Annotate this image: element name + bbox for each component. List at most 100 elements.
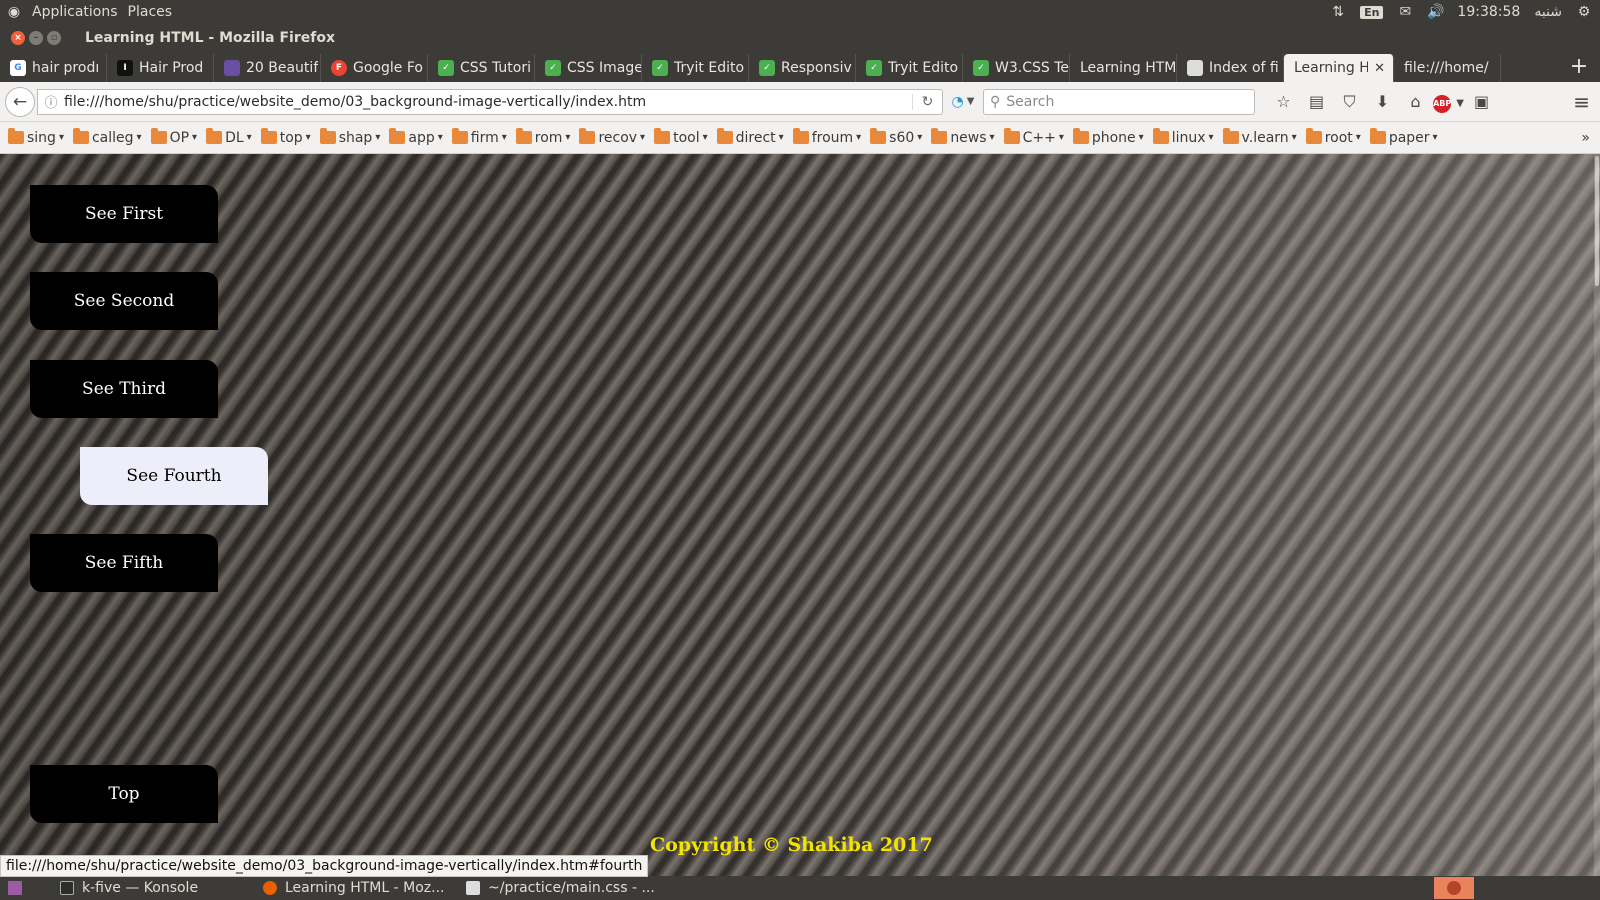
taskbar-item-konsole[interactable]: k-five — Konsole <box>52 880 255 896</box>
adblock-icon[interactable]: ABP ▼ <box>1432 91 1465 113</box>
bookmark-folder[interactable]: top ▾ <box>260 128 311 146</box>
maximize-window-icon[interactable]: ▫ <box>47 31 61 45</box>
bookmark-folder[interactable]: tool ▾ <box>654 128 708 146</box>
tab[interactable]: ✓ Tryit Edito <box>856 54 963 82</box>
back-arrow-icon[interactable]: ← <box>5 86 35 117</box>
reading-list-icon[interactable]: ▤ <box>1300 92 1333 111</box>
see-second-button[interactable]: See Second <box>30 272 218 330</box>
tab-active[interactable]: Learning H ✕ <box>1284 54 1394 82</box>
bookmark-folder[interactable]: recov ▾ <box>579 128 645 146</box>
window-title: Learning HTML - Mozilla Firefox <box>85 30 335 46</box>
search-input[interactable]: ⚲ Search <box>983 88 1255 115</box>
tab[interactable]: Ghair prodı <box>0 54 107 82</box>
bookmark-label: s60 <box>889 129 915 146</box>
url-text[interactable]: file:///home/shu/practice/website_demo/0… <box>64 94 912 110</box>
bookmark-folder[interactable]: froum ▾ <box>792 128 862 146</box>
bookmark-folder[interactable]: DL ▾ <box>206 128 252 146</box>
bookmark-folder[interactable]: news ▾ <box>931 128 995 146</box>
folder-icon <box>150 128 167 144</box>
bookmark-label: DL <box>225 129 244 146</box>
folder-icon <box>1152 128 1169 144</box>
scrollbar-thumb[interactable] <box>1595 156 1599 286</box>
tab[interactable]: ✓ Tryit Edito <box>642 54 749 82</box>
bookmark-label: recov <box>598 129 638 146</box>
taskbar-item-firefox[interactable]: Learning HTML - Moz... <box>255 880 458 896</box>
hamburger-menu-icon[interactable]: ≡ <box>1573 90 1590 114</box>
chevron-down-icon: ▾ <box>375 132 381 143</box>
bookmark-folder[interactable]: s60 ▾ <box>870 128 922 146</box>
tab[interactable]: F Google Fo <box>321 54 428 82</box>
bookmark-folder[interactable]: shap ▾ <box>319 128 381 146</box>
bookmark-folder[interactable]: app ▾ <box>389 128 443 146</box>
tab[interactable]: I Hair Prod <box>107 54 214 82</box>
new-tab-icon[interactable]: + <box>1564 54 1594 82</box>
copyright-text: Copyright © Shakiba 2017 <box>650 834 933 856</box>
bookmark-folder[interactable]: root ▾ <box>1305 128 1361 146</box>
tab[interactable]: ✓ CSS Tutori <box>428 54 535 82</box>
close-window-icon[interactable]: × <box>11 31 25 45</box>
settings-gear-icon[interactable]: ⚙ <box>1576 4 1592 20</box>
keyboard-layout-indicator[interactable]: En <box>1360 5 1384 19</box>
bookmark-folder[interactable]: sing ▾ <box>8 128 64 146</box>
folder-icon <box>389 128 406 144</box>
show-desktop-icon[interactable] <box>8 881 22 895</box>
clock[interactable]: 19:38:58 <box>1457 4 1520 20</box>
tab-label: Index of fi <box>1209 60 1279 76</box>
reload-icon[interactable]: ↻ <box>912 93 942 110</box>
extension-icon[interactable]: ▣ <box>1465 92 1498 111</box>
top-button[interactable]: Top <box>30 765 218 823</box>
home-icon[interactable]: ⌂ <box>1399 92 1432 111</box>
chevron-down-icon: ▾ <box>856 132 862 143</box>
chevron-down-icon: ▾ <box>702 132 708 143</box>
bookmark-folder[interactable]: rom ▾ <box>515 128 570 146</box>
magnifier-icon: ⚲ <box>990 93 1001 110</box>
bookmark-label: firm <box>470 129 499 146</box>
bookmark-folder[interactable]: C++ ▾ <box>1003 128 1064 146</box>
chevron-down-icon: ▾ <box>501 132 507 143</box>
bookmark-folder[interactable]: direct ▾ <box>716 128 784 146</box>
bookmark-folder[interactable]: calleg ▾ <box>72 128 142 146</box>
url-bar[interactable]: ⓘ file:///home/shu/practice/website_demo… <box>37 88 943 115</box>
mail-icon[interactable]: ✉ <box>1397 4 1413 20</box>
download-icon[interactable]: ⬇ <box>1366 92 1399 111</box>
network-icon[interactable]: ⇅ <box>1330 4 1346 20</box>
bookmark-star-icon[interactable]: ☆ <box>1267 92 1300 111</box>
tab[interactable]: ✓ CSS Image <box>535 54 642 82</box>
volume-icon[interactable]: 🔊 <box>1427 4 1444 20</box>
bookmark-folder[interactable]: v.learn ▾ <box>1222 128 1297 146</box>
bookmarks-toolbar: sing ▾ calleg ▾ OP ▾ DL ▾ top ▾ shap ▾ app ▾ fi… <box>0 122 1600 154</box>
folder-icon <box>716 128 733 144</box>
places-menu[interactable]: Places <box>128 4 173 20</box>
w3schools-favicon-icon: ✓ <box>866 60 882 76</box>
bookmark-label: paper <box>1388 129 1430 146</box>
folder-icon <box>1369 128 1386 144</box>
firefox-tray-icon[interactable] <box>1434 877 1474 899</box>
bookmark-folder[interactable]: paper ▾ <box>1369 128 1438 146</box>
close-tab-icon[interactable]: ✕ <box>1374 61 1393 76</box>
tab[interactable]: ✓ Responsiv <box>749 54 856 82</box>
minimize-window-icon[interactable]: – <box>29 31 43 45</box>
applications-menu[interactable]: Applications <box>32 4 118 20</box>
bookmark-folder[interactable]: phone ▾ <box>1072 128 1144 146</box>
info-icon[interactable]: ⓘ <box>38 92 64 111</box>
see-fifth-button[interactable]: See Fifth <box>30 534 218 592</box>
bookmarks-overflow-icon[interactable]: » <box>1581 130 1590 146</box>
pocket-icon[interactable]: ⛉ <box>1333 92 1366 112</box>
tab[interactable]: 20 Beautif <box>214 54 321 82</box>
tab[interactable]: file:///home/ <box>1394 54 1501 82</box>
bookmark-folder[interactable]: OP ▾ <box>150 128 197 146</box>
see-fourth-button[interactable]: See Fourth <box>80 447 268 505</box>
bookmark-folder[interactable]: firm ▾ <box>451 128 507 146</box>
tab-label: hair prodı <box>32 60 100 76</box>
see-first-button[interactable]: See First <box>30 185 218 243</box>
tab[interactable]: Index of fi <box>1177 54 1284 82</box>
search-engine-selector[interactable]: ◔ ▼ <box>943 94 983 110</box>
bookmark-folder[interactable]: linux ▾ <box>1152 128 1214 146</box>
tab[interactable]: ✓ W3.CSS Te <box>963 54 1070 82</box>
tab[interactable]: Learning HTM <box>1070 54 1177 82</box>
see-third-button[interactable]: See Third <box>30 360 218 418</box>
taskbar-item-editor[interactable]: ~/practice/main.css - ... <box>458 880 661 896</box>
taskbar: k-five — Konsole Learning HTML - Moz... … <box>0 876 1600 900</box>
navigation-toolbar: ← ⓘ file:///home/shu/practice/website_de… <box>0 82 1600 122</box>
ubuntu-logo-icon[interactable]: ◉ <box>6 4 22 20</box>
